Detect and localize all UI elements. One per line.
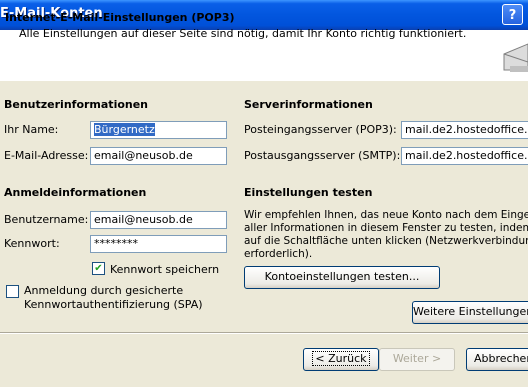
next-button[interactable]: Weiter >: [379, 348, 455, 371]
back-button[interactable]: < Zurück: [303, 348, 379, 371]
test-description-line: Wir empfehlen Ihnen, das neue Konto nach…: [244, 209, 528, 221]
help-button[interactable]: ?: [502, 4, 523, 25]
back-button-label: < Zurück: [312, 351, 370, 366]
outgoing-server-label: Postausgangsserver (SMTP):: [244, 149, 401, 162]
envelope-icon: [503, 43, 528, 72]
name-label: Ihr Name:: [4, 123, 59, 136]
more-settings-button[interactable]: Weitere Einstellungen...: [412, 301, 528, 324]
test-description-line: auf die Schaltfläche unten klicken (Netz…: [244, 235, 528, 247]
spa-checkbox[interactable]: [6, 285, 19, 298]
email-input[interactable]: email@neusob.de: [90, 147, 227, 165]
incoming-server-input[interactable]: mail.de2.hostedoffice.ag: [401, 121, 528, 139]
email-label: E-Mail-Adresse:: [4, 149, 89, 162]
test-settings-heading: Einstellungen testen: [244, 186, 373, 199]
name-input[interactable]: Bürgernetz: [90, 121, 227, 139]
username-input[interactable]: email@neusob.de: [90, 211, 227, 229]
spa-label-line1: Anmeldung durch gesicherte: [24, 284, 184, 297]
cancel-button[interactable]: Abbrechen: [466, 348, 528, 371]
header-subtitle: Alle Einstellungen auf dieser Seite sind…: [19, 27, 467, 40]
incoming-server-label: Posteingangsserver (POP3):: [244, 123, 397, 136]
test-description-line: aller Informationen in diesem Fenster zu…: [244, 222, 528, 234]
remember-password-checkbox[interactable]: ✔: [92, 262, 105, 275]
header-divider: [0, 80, 528, 81]
name-value: Bürgernetz: [94, 123, 155, 136]
header-title: Internet-E-Mail-Einstellungen (POP3): [5, 11, 235, 24]
outgoing-server-input[interactable]: mail.de2.hostedoffice.ag: [401, 147, 528, 165]
spa-label-line2: Kennwortauthentifizierung (SPA): [24, 298, 203, 311]
remember-password-label: Kennwort speichern: [110, 263, 220, 276]
password-input[interactable]: ********: [90, 235, 227, 253]
test-account-settings-button[interactable]: Kontoeinstellungen testen...: [244, 266, 440, 289]
password-label: Kennwort:: [4, 237, 60, 250]
test-description-line: erforderlich).: [244, 248, 313, 260]
username-label: Benutzername:: [4, 213, 89, 226]
user-info-heading: Benutzerinformationen: [4, 98, 149, 111]
login-info-heading: Anmeldeinformationen: [4, 186, 147, 199]
footer-divider-highlight: [0, 333, 528, 334]
server-info-heading: Serverinformationen: [244, 98, 373, 111]
